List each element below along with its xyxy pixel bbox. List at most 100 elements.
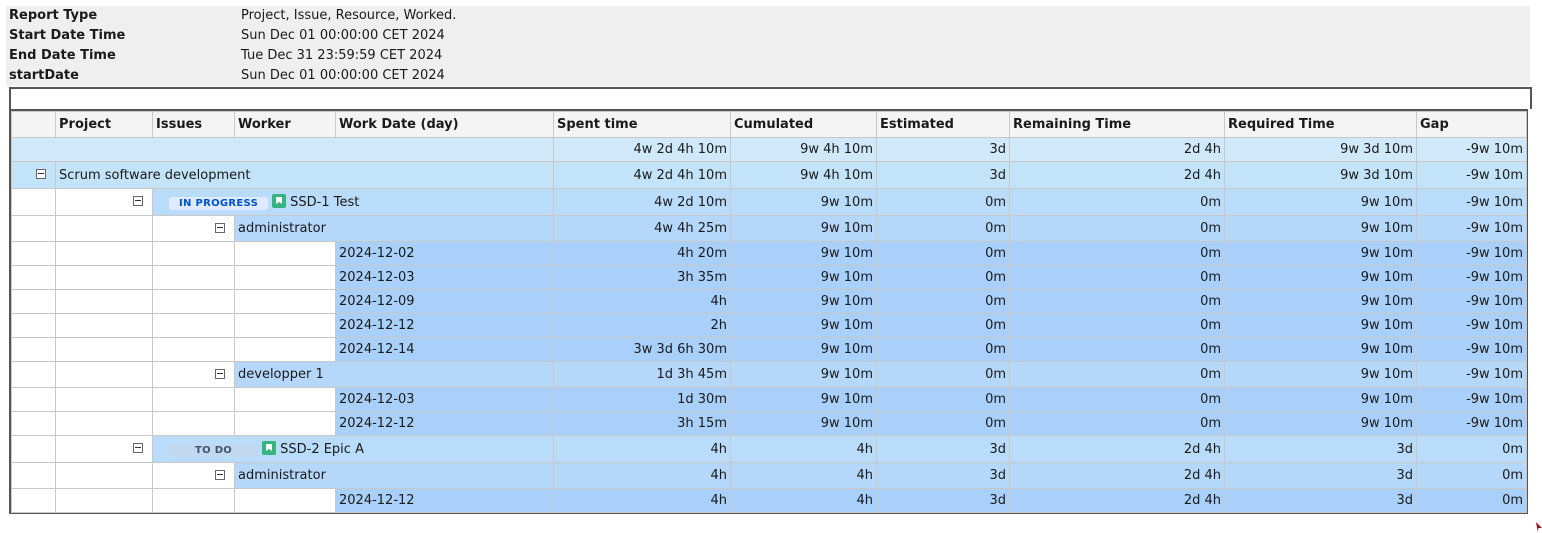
empty-cell xyxy=(55,488,153,513)
cell-cumulated: 9w 4h 10m xyxy=(730,161,877,189)
empty-cell xyxy=(11,289,56,314)
empty-cell xyxy=(55,289,153,314)
cell-required: 9w 10m xyxy=(1224,411,1417,436)
cell-cumulated: 9w 10m xyxy=(730,188,877,216)
empty-cell xyxy=(55,411,153,436)
cell-gap: -9w 10m xyxy=(1416,337,1527,362)
mouse-pointer-icon xyxy=(1536,522,1542,532)
work-day-row[interactable]: 2024-12-03 1d 30m 9w 10m 0m 0m 9w 10m -9w 10m xyxy=(11,387,1527,412)
cell-required: 9w 10m xyxy=(1224,215,1417,242)
expand-cell xyxy=(55,188,153,216)
col-header[interactable]: Estimated xyxy=(876,111,1010,138)
col-header[interactable]: Spent time xyxy=(553,111,731,138)
cell-spent: 4h xyxy=(553,289,731,314)
cell-gap: 0m xyxy=(1416,435,1527,463)
empty-cell xyxy=(55,241,153,266)
cell-remaining: 2d 4h xyxy=(1009,462,1225,489)
work-date-cell: 2024-12-12 xyxy=(335,313,554,338)
cell-spent: 4w 2d 4h 10m xyxy=(553,137,731,162)
cell-estimated: 0m xyxy=(876,411,1010,436)
issue-row[interactable]: IN PROGRESS SSD-1 Test 4w 2d 10m 9w 10m 0m 0m… xyxy=(11,188,1527,216)
cell-gap: -9w 10m xyxy=(1416,265,1527,290)
collapse-toggle-icon[interactable] xyxy=(36,169,46,179)
issue-cell: IN PROGRESS SSD-1 Test xyxy=(152,188,554,216)
cell-spent: 1d 3h 45m xyxy=(553,361,731,388)
cell-cumulated: 9w 10m xyxy=(730,361,877,388)
expand-cell xyxy=(55,435,153,463)
project-name: Scrum software development xyxy=(59,167,251,183)
collapse-toggle-icon[interactable] xyxy=(215,368,225,379)
cell-estimated: 0m xyxy=(876,188,1010,216)
work-date-cell: 2024-12-03 xyxy=(335,387,554,412)
col-header[interactable]: Cumulated xyxy=(730,111,877,138)
col-header[interactable]: Issues xyxy=(152,111,235,138)
param-label: End Date Time xyxy=(9,48,116,63)
issue-key-summary[interactable]: SSD-2 Epic A xyxy=(280,442,364,457)
empty-cell xyxy=(11,387,56,412)
collapse-toggle-icon[interactable] xyxy=(133,196,143,206)
total-label-cell xyxy=(11,137,554,162)
worker-row[interactable]: administrator 4h 4h 3d 2d 4h 3d 0m xyxy=(11,462,1527,489)
empty-cell xyxy=(11,361,56,388)
worker-row[interactable]: developper 1 1d 3h 45m 9w 10m 0m 0m 9w 10m -9w… xyxy=(11,361,1527,388)
work-day-row[interactable]: 2024-12-12 4h 4h 3d 2d 4h 3d 0m xyxy=(11,488,1527,513)
work-day-row[interactable]: 2024-12-03 3h 35m 9w 10m 0m 0m 9w 10m -9w 10m xyxy=(11,265,1527,290)
work-day-row[interactable]: 2024-12-12 2h 9w 10m 0m 0m 9w 10m -9w 10m xyxy=(11,313,1527,338)
status-lozenge: TO DO xyxy=(169,443,259,457)
collapse-toggle-icon[interactable] xyxy=(133,443,143,453)
col-header[interactable]: Work Date (day) xyxy=(335,111,554,138)
cell-cumulated: 9w 4h 10m xyxy=(730,137,877,162)
cell-remaining: 2d 4h xyxy=(1009,488,1225,513)
param-row: End Date Time Tue Dec 31 23:59:59 CET 202… xyxy=(6,46,1530,66)
param-value: Tue Dec 31 23:59:59 CET 2024 xyxy=(241,48,443,63)
empty-cell xyxy=(11,488,56,513)
empty-cell xyxy=(55,215,153,242)
param-value: Sun Dec 01 00:00:00 CET 2024 xyxy=(241,28,445,43)
cell-estimated: 0m xyxy=(876,289,1010,314)
col-header[interactable]: Remaining Time xyxy=(1009,111,1225,138)
col-header[interactable]: Gap xyxy=(1416,111,1527,138)
worker-name: developper 1 xyxy=(238,367,324,382)
work-day-row[interactable]: 2024-12-14 3w 3d 6h 30m 9w 10m 0m 0m 9w 10m -9… xyxy=(11,337,1527,362)
report-table: Project Issues Worker Work Date (day) Sp… xyxy=(11,111,1527,513)
collapse-toggle-icon[interactable] xyxy=(215,222,225,233)
cell-required: 9w 10m xyxy=(1224,188,1417,216)
cell-spent: 3h 35m xyxy=(553,265,731,290)
expand-cell xyxy=(152,462,235,489)
work-day-row[interactable]: 2024-12-12 3h 15m 9w 10m 0m 0m 9w 10m -9w 10m xyxy=(11,411,1527,436)
worker-row[interactable]: administrator 4w 4h 25m 9w 10m 0m 0m 9w 10m -9… xyxy=(11,215,1527,242)
col-header[interactable]: Project xyxy=(55,111,153,138)
collapse-toggle-icon[interactable] xyxy=(215,469,225,480)
param-value: Project, Issue, Resource, Worked. xyxy=(241,8,457,23)
cell-remaining: 0m xyxy=(1009,188,1225,216)
cell-required: 9w 10m xyxy=(1224,387,1417,412)
cell-remaining: 2d 4h xyxy=(1009,161,1225,189)
work-day-row[interactable]: 2024-12-02 4h 20m 9w 10m 0m 0m 9w 10m -9w 10m xyxy=(11,241,1527,266)
col-header[interactable]: Worker xyxy=(234,111,336,138)
cell-spent: 1d 30m xyxy=(553,387,731,412)
work-day-row[interactable]: 2024-12-09 4h 9w 10m 0m 0m 9w 10m -9w 10m xyxy=(11,289,1527,314)
cell-gap: 0m xyxy=(1416,488,1527,513)
report-parameters: Report Type Project, Issue, Resource, Wor… xyxy=(6,6,1530,86)
issue-key-summary[interactable]: SSD-1 Test xyxy=(290,195,359,210)
empty-cell xyxy=(55,387,153,412)
param-row: Start Date Time Sun Dec 01 00:00:00 CET 2… xyxy=(6,26,1530,46)
cell-remaining: 0m xyxy=(1009,289,1225,314)
empty-cell xyxy=(152,265,235,290)
empty-cell xyxy=(11,265,56,290)
project-row[interactable]: Scrum software development 4w 2d 4h 10m 9w… xyxy=(11,161,1527,189)
status-lozenge: IN PROGRESS xyxy=(169,196,269,210)
cell-spent: 4w 2d 10m xyxy=(553,188,731,216)
cell-gap: 0m xyxy=(1416,462,1527,489)
col-header[interactable]: Required Time xyxy=(1224,111,1417,138)
cell-estimated: 0m xyxy=(876,265,1010,290)
empty-cell xyxy=(234,241,336,266)
cell-estimated: 3d xyxy=(876,462,1010,489)
empty-cell xyxy=(55,313,153,338)
cell-cumulated: 4h xyxy=(730,435,877,463)
cell-estimated: 3d xyxy=(876,488,1010,513)
issue-cell: TO DO SSD-2 Epic A xyxy=(152,435,554,463)
cell-cumulated: 9w 10m xyxy=(730,411,877,436)
work-date-cell: 2024-12-12 xyxy=(335,411,554,436)
issue-row[interactable]: TO DO SSD-2 Epic A 4h 4h 3d 2d 4h 3d 0m xyxy=(11,435,1527,463)
